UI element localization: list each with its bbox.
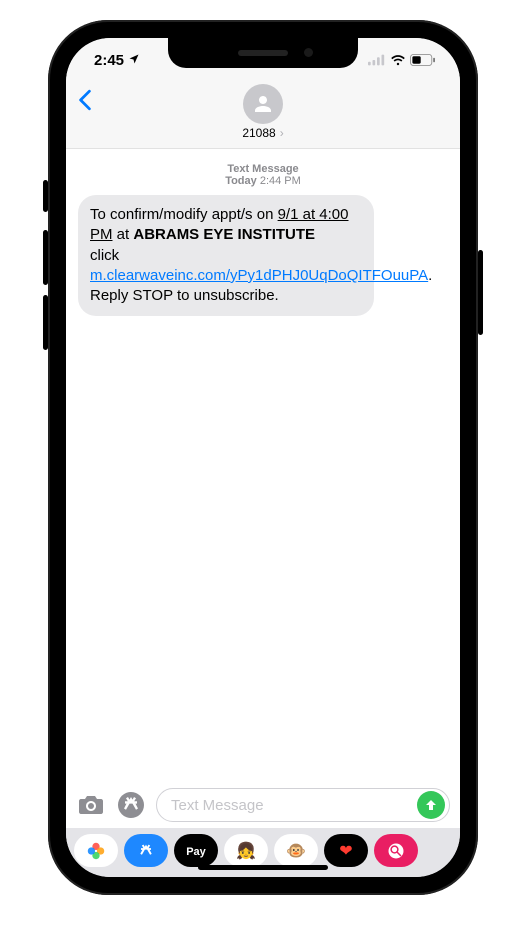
drawer-app-search[interactable] bbox=[374, 834, 418, 867]
drawer-app-applepay[interactable]: Pay bbox=[174, 834, 218, 867]
speaker bbox=[238, 50, 288, 56]
wifi-icon bbox=[390, 54, 406, 66]
arrow-up-icon bbox=[424, 798, 438, 812]
contact-name: 21088 bbox=[242, 126, 275, 140]
msg-click: click bbox=[90, 247, 119, 264]
contact-row[interactable]: 21088 › bbox=[242, 126, 283, 140]
compose-field[interactable] bbox=[156, 788, 450, 822]
message-bubble[interactable]: To confirm/modify appt/s on 9/1 at 4:00 … bbox=[78, 195, 374, 316]
camera-button[interactable] bbox=[76, 791, 106, 819]
screen: 2:45 bbox=[66, 38, 460, 877]
chevron-right-icon: › bbox=[280, 126, 284, 140]
meta-label: Text Message bbox=[78, 163, 448, 175]
msg-business: ABRAMS EYE INSTITUTE bbox=[133, 226, 315, 243]
thread-meta: Text Message Today 2:44 PM bbox=[78, 163, 448, 187]
meta-day: Today bbox=[225, 175, 257, 187]
drawer-app-photos[interactable] bbox=[74, 834, 118, 867]
cellular-icon bbox=[368, 54, 386, 66]
notch bbox=[168, 38, 358, 68]
drawer-app-memoji2[interactable]: 🐵 bbox=[274, 834, 318, 867]
message-input[interactable] bbox=[171, 797, 411, 814]
phone-frame: 2:45 bbox=[48, 20, 478, 895]
power-button bbox=[478, 250, 483, 335]
nav-bar: 21088 › bbox=[66, 82, 460, 149]
compose-bar bbox=[66, 782, 460, 828]
volume-up-button bbox=[43, 230, 48, 285]
appstore-button[interactable] bbox=[116, 791, 146, 819]
send-button[interactable] bbox=[417, 791, 445, 819]
msg-link[interactable]: m.clearwaveinc.com/yPy1dPHJ0UqDoQITFOuuP… bbox=[90, 267, 428, 284]
home-indicator[interactable] bbox=[198, 865, 328, 870]
contact-avatar[interactable] bbox=[243, 84, 283, 124]
battery-icon bbox=[410, 54, 436, 66]
msg-pre: To confirm/modify appt/s on bbox=[90, 206, 278, 223]
chat-thread[interactable]: Text Message Today 2:44 PM To confirm/mo… bbox=[66, 149, 460, 782]
back-button[interactable] bbox=[78, 88, 92, 116]
drawer-app-memoji1[interactable]: 👧 bbox=[224, 834, 268, 867]
meta-time: 2:44 PM bbox=[260, 175, 301, 187]
mute-switch bbox=[43, 180, 48, 212]
msg-at: at bbox=[113, 226, 134, 243]
volume-down-button bbox=[43, 295, 48, 350]
drawer-app-heart[interactable]: ❤ bbox=[324, 834, 368, 867]
drawer-app-appstore[interactable] bbox=[124, 834, 168, 867]
status-time: 2:45 bbox=[94, 52, 124, 69]
location-icon bbox=[128, 52, 140, 69]
person-icon bbox=[251, 92, 275, 116]
front-camera bbox=[304, 48, 313, 57]
